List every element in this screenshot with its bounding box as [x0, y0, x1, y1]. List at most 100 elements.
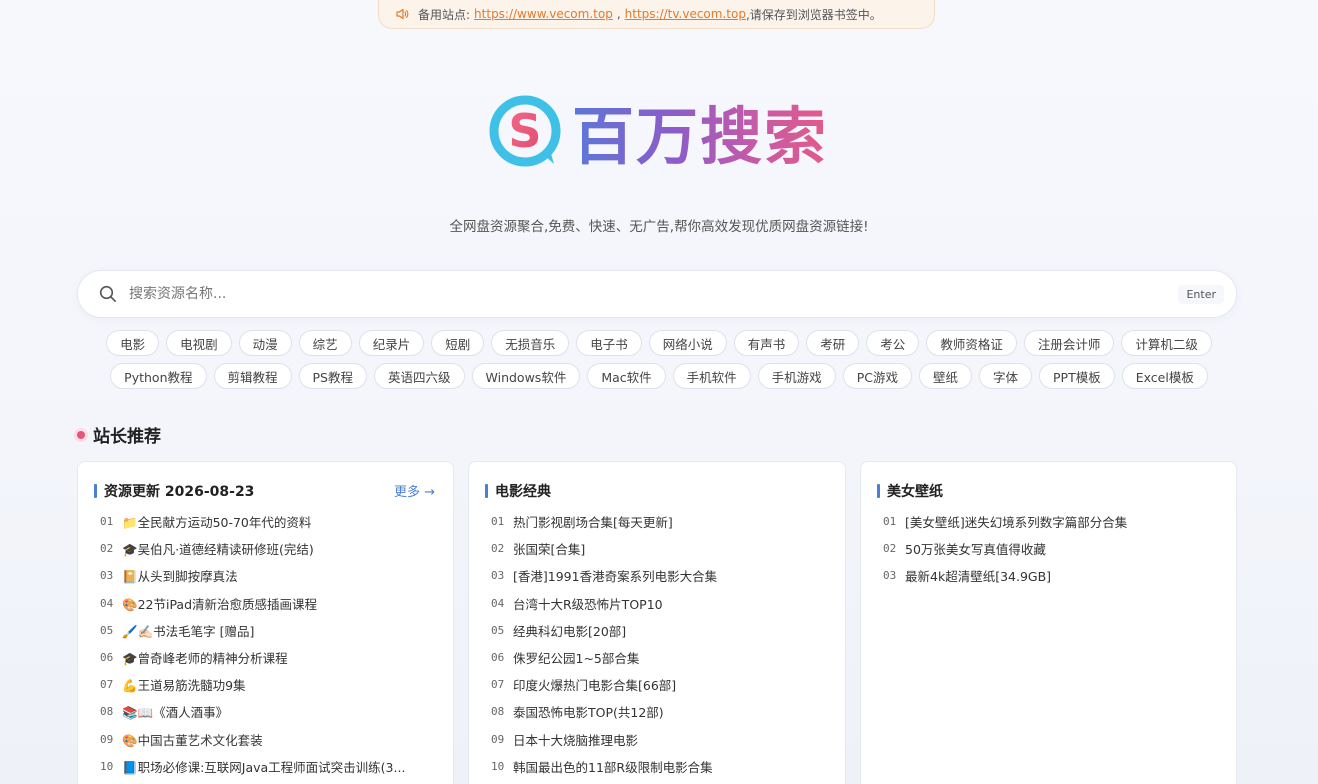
tag-chip[interactable]: 教师资格证	[926, 330, 1017, 356]
list-item[interactable]: 06 🎓曾奇峰老师的精神分析课程	[100, 644, 453, 671]
tag-chip[interactable]: 注册会计师	[1023, 330, 1115, 356]
tag-chip[interactable]: Python教程	[110, 363, 207, 389]
tag-chip[interactable]: Excel模板	[1121, 363, 1208, 389]
list-item[interactable]: 08 泰国恐怖电影TOP(共12部)	[491, 698, 845, 725]
item-title[interactable]: 🎓曾奇峰老师的精神分析课程	[122, 648, 288, 667]
more-link[interactable]: 更多 →	[394, 481, 435, 500]
item-number: 03	[100, 569, 114, 583]
item-title[interactable]: 📔从头到脚按摩真法	[122, 566, 238, 585]
speaker-icon	[395, 7, 409, 21]
search-icon[interactable]	[99, 285, 117, 303]
list-item[interactable]: 03 最新4k超清壁纸[34.9GB]	[883, 562, 1236, 589]
title-bar-icon	[877, 483, 880, 498]
list-item[interactable]: 05 经典科幻电影[20部]	[491, 617, 845, 644]
tag-chip[interactable]: 字体	[978, 363, 1032, 389]
tag-chip[interactable]: Mac软件	[587, 363, 666, 389]
item-title[interactable]: 张国荣[合集]	[513, 539, 585, 558]
list-item[interactable]: 08 📚📖《酒人酒事》	[100, 698, 453, 725]
list-item[interactable]: 02 张国荣[合集]	[491, 535, 845, 562]
list-item[interactable]: 02 🎓吴伯凡·道德经精读研修班(完结)	[100, 535, 453, 562]
item-title[interactable]: 经典科幻电影[20部]	[513, 621, 626, 640]
notice-suffix: ,请保存到浏览器书签中。	[745, 7, 882, 22]
item-title[interactable]: 日本十大烧脑推理电影	[513, 730, 638, 749]
list-item[interactable]: 04 台湾十大R级恐怖片TOP10	[491, 590, 845, 617]
tag-chip[interactable]: PS教程	[298, 363, 367, 389]
item-number: 10	[100, 759, 114, 773]
item-title[interactable]: 🖌️✍🏻书法毛笔字 [赠品]	[122, 621, 254, 640]
tag-chip[interactable]: 网络小说	[648, 330, 727, 356]
card-title: 电影经典	[485, 481, 551, 501]
item-number: 07	[100, 678, 114, 692]
list-item[interactable]: 09 🎨中国古董艺术文化套装	[100, 726, 453, 753]
tag-chip[interactable]: 纪录片	[358, 330, 425, 356]
site-logo[interactable]: S 百万搜索	[488, 93, 828, 173]
item-title[interactable]: 泰国恐怖电影TOP(共12部)	[513, 702, 664, 721]
item-title[interactable]: 50万张美女写真值得收藏	[905, 539, 1046, 558]
tag-chip[interactable]: 计算机二级	[1121, 330, 1212, 356]
backup-link-www[interactable]: https://www.vecom.top	[474, 7, 613, 21]
item-number: 06	[100, 651, 114, 665]
list-item[interactable]: 03 📔从头到脚按摩真法	[100, 562, 453, 589]
item-number: 04	[100, 596, 114, 610]
list-item[interactable]: 01 [美女壁纸]迷失幻境系列数字篇部分合集	[883, 508, 1236, 535]
list-item[interactable]: 06 侏罗纪公园1~5部合集	[491, 644, 845, 671]
list-item[interactable]: 04 🎨22节iPad清新治愈质感插画课程	[100, 590, 453, 617]
item-title[interactable]: 韩国最出色的11部R级限制电影合集	[513, 757, 713, 776]
item-number: 02	[100, 542, 114, 556]
tag-chip[interactable]: 电视剧	[166, 330, 232, 356]
item-title[interactable]: [美女壁纸]迷失幻境系列数字篇部分合集	[905, 512, 1127, 531]
tag-chip[interactable]: PC游戏	[842, 363, 912, 389]
list-item[interactable]: 01 📁全民献方运动50-70年代的资料	[100, 508, 453, 535]
tag-chip[interactable]: 动漫	[238, 330, 292, 356]
item-number: 03	[883, 569, 897, 583]
item-title[interactable]: 💪王道易筋洗髓功9集	[122, 675, 246, 694]
item-title[interactable]: 📚📖《酒人酒事》	[122, 702, 228, 721]
tag-chip[interactable]: 无损音乐	[491, 330, 570, 356]
item-title[interactable]: 🎨22节iPad清新治愈质感插画课程	[122, 594, 317, 613]
item-title[interactable]: 台湾十大R级恐怖片TOP10	[513, 594, 663, 613]
section-title-text: 站长推荐	[93, 427, 161, 447]
item-title[interactable]: 📁全民献方运动50-70年代的资料	[122, 512, 311, 531]
item-title[interactable]: 印度火爆热门电影合集[66部]	[513, 675, 676, 694]
item-title[interactable]: [香港]1991香港奇案系列电影大合集	[513, 566, 717, 585]
item-title[interactable]: 🎓吴伯凡·道德经精读研修班(完结)	[122, 539, 314, 558]
item-title[interactable]: 📘职场必修课:互联网Java工程师面试突击训练(3...	[122, 757, 405, 776]
tag-chip[interactable]: 短剧	[431, 330, 485, 356]
list-item[interactable]: 07 💪王道易筋洗髓功9集	[100, 671, 453, 698]
list-item[interactable]: 10 📘职场必修课:互联网Java工程师面试突击训练(3...	[100, 753, 453, 780]
tag-chip[interactable]: 手机游戏	[757, 363, 836, 389]
item-title[interactable]: 🎨中国古董艺术文化套装	[122, 730, 263, 749]
tag-chip[interactable]: 手机软件	[672, 363, 751, 389]
item-number: 02	[883, 542, 897, 556]
item-number: 05	[100, 623, 114, 637]
item-number: 01	[100, 515, 114, 529]
list-item[interactable]: 09 日本十大烧脑推理电影	[491, 726, 845, 753]
tag-chip[interactable]: 壁纸	[918, 363, 972, 389]
tag-chip[interactable]: 考研	[806, 330, 860, 356]
list-item[interactable]: 03 [香港]1991香港奇案系列电影大合集	[491, 562, 845, 589]
tag-chip[interactable]: 电子书	[576, 330, 642, 356]
tag-chip[interactable]: 考公	[866, 330, 920, 356]
search-input[interactable]	[129, 286, 1179, 302]
item-title[interactable]: 热门影视剧场合集[每天更新]	[513, 512, 673, 531]
item-number: 08	[100, 705, 114, 719]
list-item[interactable]: 07 印度火爆热门电影合集[66部]	[491, 671, 845, 698]
item-number: 03	[491, 569, 505, 583]
list-item[interactable]: 02 50万张美女写真值得收藏	[883, 535, 1236, 562]
tag-chip[interactable]: 综艺	[298, 330, 352, 356]
tag-chip[interactable]: 剪辑教程	[213, 363, 292, 389]
list-item[interactable]: 05 🖌️✍🏻书法毛笔字 [赠品]	[100, 617, 453, 644]
enter-button[interactable]: Enter	[1178, 284, 1224, 304]
list-item[interactable]: 01 热门影视剧场合集[每天更新]	[491, 508, 845, 535]
tag-chip[interactable]: Windows软件	[471, 363, 581, 389]
section-title: 站长推荐	[77, 422, 161, 447]
item-title[interactable]: 最新4k超清壁纸[34.9GB]	[905, 566, 1051, 585]
list-item[interactable]: 10 韩国最出色的11部R级限制电影合集	[491, 753, 845, 780]
backup-link-tv[interactable]: https://tv.vecom.top	[625, 7, 746, 21]
tag-chip[interactable]: 英语四六级	[374, 363, 465, 389]
tag-chip[interactable]: 电影	[106, 330, 160, 356]
tag-chip[interactable]: PPT模板	[1039, 363, 1115, 389]
item-title[interactable]: 侏罗纪公园1~5部合集	[513, 648, 639, 667]
tag-chip[interactable]: 有声书	[733, 330, 800, 356]
search-bar: Enter	[77, 270, 1237, 318]
